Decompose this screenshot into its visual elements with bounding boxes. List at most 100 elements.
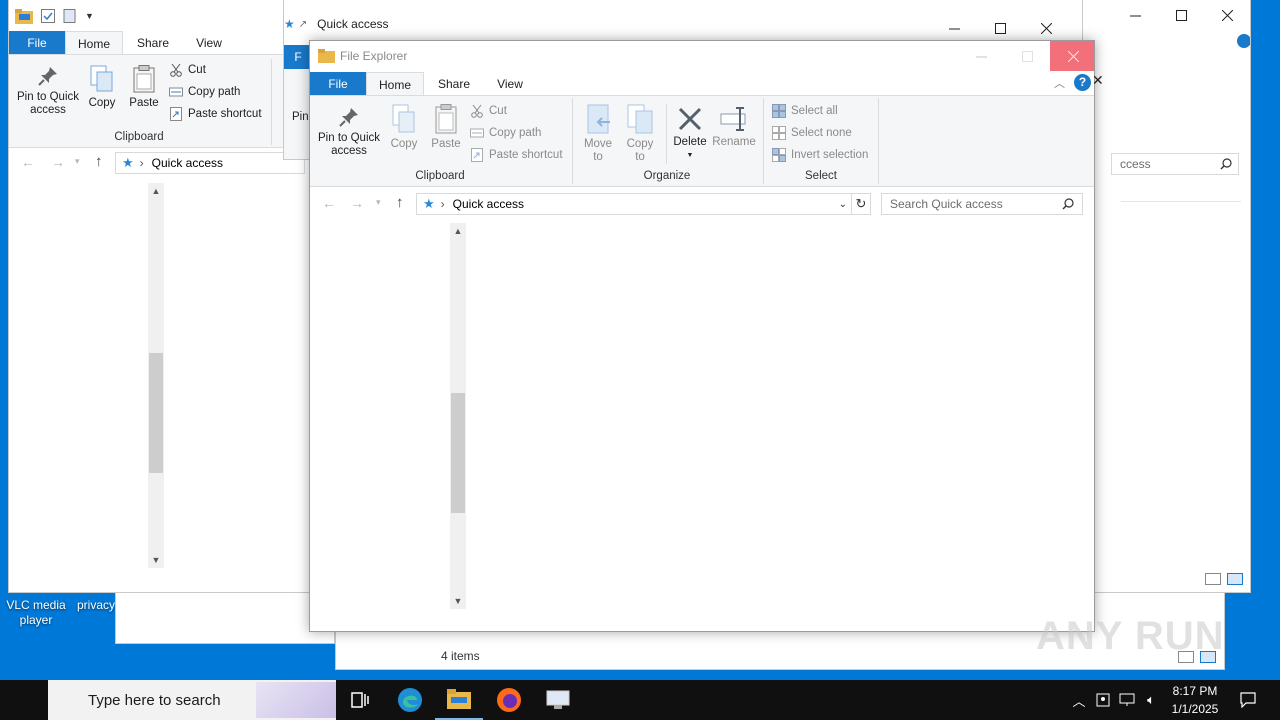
paste-label: Paste [431,138,461,150]
desktop-icon-vlc[interactable]: VLC media player [2,598,70,628]
close-icon [1040,22,1052,34]
start-button[interactable] [0,680,48,720]
paste-button[interactable]: Paste [125,65,163,110]
large-icons-view-icon[interactable] [1227,573,1243,585]
select-all-button[interactable]: Select all [772,104,838,118]
copy-button[interactable]: Copy [388,104,420,151]
recent-locations-icon[interactable]: ▾ [376,197,381,208]
close-button[interactable] [1204,0,1250,30]
maximize-button[interactable] [977,14,1023,42]
edge-button[interactable] [386,680,434,720]
paste-shortcut-button[interactable]: Paste shortcut [169,107,262,121]
forward-arrow-icon[interactable]: → [51,154,65,170]
scrollbar-thumb[interactable] [451,393,465,513]
cut-button[interactable]: Cut [169,63,206,77]
tab-file[interactable]: File [9,31,65,55]
desktop-icon-privacy[interactable]: privacy [72,598,120,613]
scroll-down-icon[interactable]: ▼ [148,552,164,568]
title-bar: File Explorer [310,41,1094,71]
meet-now-button[interactable] [1092,680,1114,720]
rename-button[interactable]: Rename [712,106,756,149]
close-button[interactable] [1023,14,1069,42]
delete-button[interactable]: Delete ▼ [670,106,710,162]
refresh-button[interactable]: ↻ [851,193,871,215]
paste-shortcut-button[interactable]: Paste shortcut [470,148,563,162]
network-app-button[interactable] [534,680,582,720]
invert-selection-button[interactable]: Invert selection [772,148,868,162]
cut-button[interactable]: Cut [470,104,507,118]
notification-center-button[interactable] [1232,680,1264,720]
scrollbar[interactable]: ▲ ▼ [148,183,164,568]
maximize-button[interactable] [1004,41,1050,71]
address-bar[interactable]: ★ › Quick access [115,152,305,174]
up-arrow-icon[interactable]: ↑ [396,194,404,211]
scrollbar-thumb[interactable] [149,353,163,473]
forward-arrow-icon[interactable]: → [350,195,364,211]
collapse-ribbon-icon[interactable]: ︿ [1054,75,1065,91]
scrollbar[interactable]: ▲ ▼ [450,223,466,609]
select-all-icon [772,104,786,118]
network-button[interactable] [1116,680,1138,720]
search-box[interactable]: ccess [1111,153,1239,175]
network-icon [1119,693,1135,706]
copy-path-button[interactable]: Copy path [169,85,240,99]
close-button[interactable] [1050,41,1094,71]
quick-access-star-icon: ★ [122,155,134,170]
back-arrow-icon[interactable]: ← [322,195,336,211]
minimize-icon [975,56,987,57]
tab-view[interactable]: View [181,31,237,55]
copy-to-button[interactable]: Copy to [620,104,660,164]
up-arrow-icon[interactable]: ↑ [95,153,103,170]
help-icon[interactable]: ? [1074,74,1091,91]
scroll-down-icon[interactable]: ▼ [450,593,466,609]
minimize-button[interactable] [1112,0,1158,30]
clock[interactable]: 8:17 PM 1/1/2025 [1166,682,1224,718]
address-bar[interactable]: ★ › Quick access ⌄ [416,193,852,215]
clock-time: 8:17 PM [1172,684,1218,698]
tab-view[interactable]: View [482,72,538,96]
scroll-up-icon[interactable]: ▲ [148,183,164,199]
search-box[interactable]: Search Quick access [881,193,1083,215]
maximize-button[interactable] [1158,0,1204,30]
pin-to-quick-access-button[interactable]: Pin to Quick access [314,106,384,158]
content-pane[interactable] [468,223,1092,623]
firefox-button[interactable] [485,680,533,720]
move-to-button[interactable]: Move to [578,104,618,164]
scroll-up-icon[interactable]: ▲ [450,223,466,239]
minimize-button[interactable] [958,41,1004,71]
select-all-label: Select all [791,105,838,117]
file-explorer-button[interactable] [435,680,483,720]
divider [572,98,573,184]
speaker-icon: 🔈︎ [1147,692,1155,707]
paste-label: Paste [129,97,159,109]
tab-file[interactable]: F [284,45,312,69]
copy-button[interactable]: Copy [85,65,119,110]
new-folder-icon[interactable] [63,9,77,23]
properties-icon[interactable] [41,9,55,23]
paste-button[interactable]: Paste [428,104,464,151]
chevron-down-icon[interactable]: ▼ [85,11,94,21]
tab-home[interactable]: Home [65,31,123,55]
tab-home[interactable]: Home [366,72,424,96]
back-arrow-icon[interactable]: ← [21,154,35,170]
show-hidden-icons-button[interactable]: ︿ [1068,680,1090,720]
select-none-button[interactable]: Select none [772,126,852,140]
tab-file[interactable]: File [310,72,366,96]
clock-date: 1/1/2025 [1171,702,1219,716]
address-dropdown-icon[interactable]: ⌄ [839,199,847,210]
tab-share[interactable]: Share [125,31,181,55]
cut-label: Cut [188,64,206,76]
minimize-button[interactable] [931,14,977,42]
close-icon[interactable]: ✕ [1092,72,1104,89]
details-view-icon[interactable] [1205,573,1221,585]
copy-path-button[interactable]: Copy path [470,126,541,140]
help-icon[interactable] [1237,34,1250,48]
task-view-button[interactable] [336,680,384,720]
recent-locations-icon[interactable]: ▾ [75,156,80,167]
explorer-window-front[interactable]: File Explorer File Home Share View ︿ ? P… [309,40,1095,632]
tab-share[interactable]: Share [426,72,482,96]
volume-button[interactable]: 🔈︎ [1140,680,1162,720]
paste-icon [133,65,155,93]
pin-to-quick-access-button[interactable]: Pin to Quick access [13,65,83,117]
desktop-icon-vlc-label2: player [19,613,53,627]
